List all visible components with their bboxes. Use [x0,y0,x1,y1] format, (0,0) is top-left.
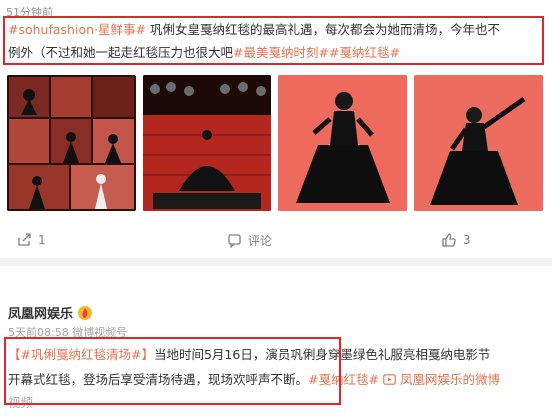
author-name-text: 凤凰网娱乐 [8,307,74,322]
feed-divider [0,258,552,266]
post-text-part: 开幕式红毯，登场后享受清场待遇，现场欢呼声不断。 [8,372,309,387]
hashtag-link[interactable]: #sohufashion·星鲜事# [8,22,146,37]
action-bar: 1 评论 3 [0,224,552,254]
black-gown-photo [278,75,407,211]
post-text-part: 巩俐女皇戛纳红毯的最高礼遇，每次都会为她而清场，今年也不 [149,22,500,37]
video-icon [383,374,396,385]
video-link-text: 凤凰网娱乐的微博 [399,372,500,387]
thumbs-up-icon [442,233,456,247]
post-image[interactable] [414,75,543,211]
post-meta: 5天前08:58 微博视频号 [8,326,128,339]
author-name[interactable]: 凤凰网娱乐 [8,303,93,322]
comment-button[interactable]: 评论 [227,232,272,249]
post-text-part: 当地时间5月16日，演员巩俐身穿墨绿色礼服亮相戛纳电影节 [153,347,491,362]
like-button[interactable]: 3 [441,232,471,248]
post-image[interactable] [278,75,407,211]
video-link[interactable]: 凤凰网娱乐的微博 [383,372,500,387]
bracket: 】 [141,347,154,362]
bracket: 【 [8,347,21,362]
repost-icon [18,233,31,246]
partial-line: 视频 [8,395,34,410]
comment-icon [228,234,241,248]
post-image[interactable] [143,75,271,211]
hashtag-link[interactable]: #戛纳红毯# [329,45,400,60]
collage-photo [7,75,136,211]
hashtag-link[interactable]: #戛纳红毯# [308,372,379,387]
repost-button[interactable]: 1 [17,232,46,247]
post-text: #sohufashion·星鲜事# 巩俐女皇戛纳红毯的最高礼遇，每次都会为她而清… [8,18,542,64]
post2-text: 【#巩俐戛纳红毯清场#】当地时间5月16日，演员巩俐身穿墨绿色礼服亮相戛纳电影节… [8,342,552,392]
fire-badge-icon [78,305,93,320]
post-text-part: 例外（不过和她一起走红毯压力也很大吧 [8,45,234,60]
hashtag-link[interactable]: #最美戛纳时刻# [233,45,329,60]
like-count: 3 [463,233,471,247]
repost-count: 1 [38,232,46,247]
comment-label: 评论 [248,234,273,248]
hashtag-link[interactable]: #巩俐戛纳红毯清场# [21,347,142,362]
post-image[interactable] [7,75,136,211]
waving-gown-photo [414,75,543,211]
red-carpet-stairs-photo [143,75,271,211]
